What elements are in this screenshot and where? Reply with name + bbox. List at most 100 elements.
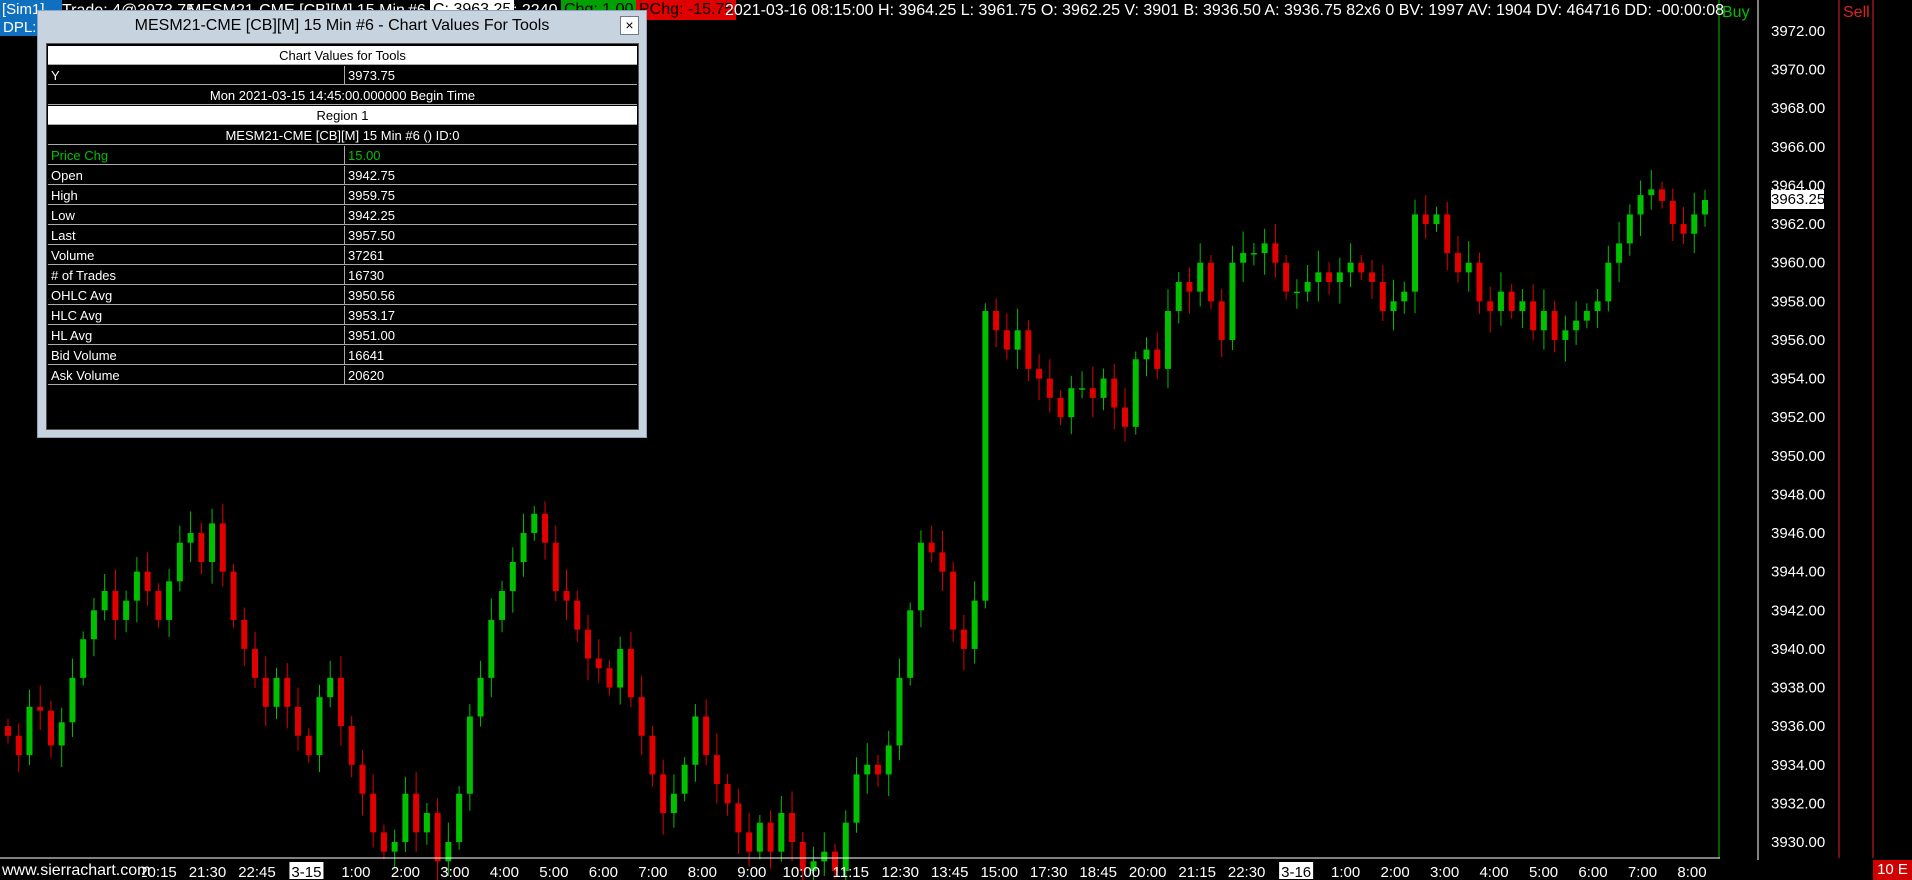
row-label: Low (51, 208, 75, 223)
price-axis-labels: 3972.003970.003968.003966.003964.003962.… (1771, 23, 1825, 851)
candle-body (617, 648, 624, 688)
candle-body (370, 793, 377, 833)
time-tick-label: 9:00 (737, 864, 766, 880)
price-tick-label: 3968.00 (1771, 100, 1825, 117)
candle-body (1122, 407, 1129, 427)
candle-body (1175, 282, 1182, 311)
price-tick-label: 3936.00 (1771, 718, 1825, 735)
candle-body (37, 706, 44, 711)
candle-body (1562, 330, 1569, 340)
candle-body (1272, 243, 1279, 263)
candle-body (681, 764, 688, 794)
sierrachart-watermark: www.sierrachart.com (0, 861, 151, 880)
candle-body (434, 813, 441, 862)
candle-body (488, 619, 495, 678)
candle-body (1702, 199, 1708, 215)
candle-body (1444, 214, 1451, 254)
study-row: MESM21-CME [CB][M] 15 Min #6 () ID:0 (48, 126, 637, 145)
y-label: Y (51, 68, 60, 83)
time-tick-label: 2:00 (391, 864, 420, 880)
table-row: Last 3957.50 (48, 226, 637, 245)
candle-body (703, 716, 710, 756)
price-tick-label: 3948.00 (1771, 486, 1825, 503)
candle-body (1197, 262, 1204, 292)
price-tick-label: 3962.00 (1771, 216, 1825, 233)
row-value: 3951.00 (348, 328, 395, 343)
candle-body (402, 793, 409, 842)
candle-body (1540, 310, 1547, 331)
candle-body (638, 697, 645, 736)
candle-body (1186, 282, 1193, 292)
candle-body (58, 722, 65, 746)
candle-body (692, 716, 699, 765)
candle-body (735, 803, 742, 833)
buy-column-label[interactable]: Buy (1722, 4, 1750, 22)
candle-body (928, 542, 935, 553)
chart-values-window[interactable]: MESM21-CME [CB][M] 15 Min #6 - Chart Val… (37, 10, 647, 438)
time-tick-label: 18:45 (1079, 864, 1117, 880)
candle-body (348, 726, 355, 765)
candle-body (112, 590, 119, 620)
table-row: Open 3942.75 (48, 166, 637, 185)
dpl-label: DPL: (0, 19, 37, 36)
row-value: 3953.17 (348, 308, 395, 323)
row-value: 16641 (348, 348, 385, 363)
close-button[interactable]: × (620, 16, 639, 35)
candle-body (1519, 301, 1526, 311)
candle-body (1207, 262, 1214, 302)
row-value: 15.00 (348, 148, 381, 163)
candle-body (1691, 214, 1698, 234)
candle-body (1508, 291, 1515, 311)
sell-column-label[interactable]: Sell (1843, 4, 1870, 22)
row-label: Bid Volume (51, 348, 117, 363)
price-tick-label: 3930.00 (1771, 834, 1825, 851)
candle-body (939, 552, 946, 572)
row-value: 37261 (348, 248, 385, 263)
time-tick-label: 1:00 (1331, 864, 1360, 880)
candle-body (1401, 291, 1408, 302)
candle-body (1336, 272, 1343, 283)
candle-body (552, 542, 559, 591)
row-value: 3957.50 (348, 228, 395, 243)
candle-body (853, 774, 860, 823)
row-label: Price Chg (51, 148, 109, 163)
candle-body (209, 523, 216, 563)
candle-body (1412, 214, 1419, 292)
candle-body (1229, 262, 1236, 340)
candle-body (391, 842, 398, 852)
candle-body (413, 793, 420, 833)
candle-body (563, 590, 570, 601)
corner-status-tag: 10 E (1873, 860, 1912, 880)
candle-body (26, 706, 33, 756)
candle-body (1057, 397, 1064, 418)
candle-body (1476, 262, 1483, 302)
time-tick-label: 3:00 (440, 864, 469, 880)
candle-body (1304, 282, 1311, 292)
candle-body (1358, 262, 1365, 273)
price-tick-label: 3972.00 (1771, 23, 1825, 40)
candle-body (80, 639, 87, 678)
candle-body (1240, 253, 1247, 263)
candle-body (1648, 189, 1655, 196)
candle-body (713, 755, 720, 785)
candle-body (1465, 262, 1472, 273)
price-tick-label: 3942.00 (1771, 602, 1825, 619)
price-tick-label: 3932.00 (1771, 795, 1825, 812)
candle-body (273, 677, 280, 707)
candle-body (874, 764, 881, 775)
candle-body (380, 832, 387, 852)
candle-body (1089, 388, 1096, 398)
time-tick-label: 11:15 (833, 864, 869, 880)
window-titlebar[interactable]: MESM21-CME [CB][M] 15 Min #6 - Chart Val… (38, 11, 646, 41)
candle-body (993, 310, 1000, 331)
time-tick-label: 21:30 (189, 864, 227, 880)
candle-body (520, 533, 527, 563)
candle-body (896, 677, 903, 746)
candle-body (327, 677, 334, 698)
candle-body (917, 542, 924, 611)
candle-body (982, 310, 989, 601)
row-value: 3942.75 (348, 168, 395, 183)
candle-body (262, 677, 269, 707)
row-label: HLC Avg (51, 308, 103, 323)
candle-body (649, 735, 656, 775)
